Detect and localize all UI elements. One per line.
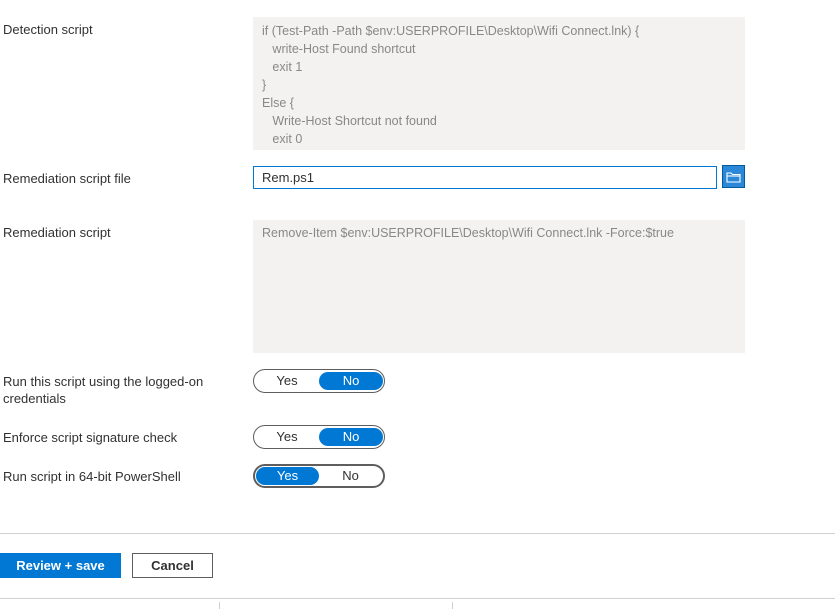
logged-on-credentials-label: Run this script using the logged-on cred…: [3, 374, 204, 406]
toggle-option-yes[interactable]: Yes: [255, 428, 319, 446]
64bit-powershell-label: Run script in 64-bit PowerShell: [3, 469, 181, 484]
toggle-option-no[interactable]: No: [319, 428, 383, 446]
remediation-script-editor[interactable]: Remove-Item $env:USERPROFILE\Desktop\Wif…: [253, 220, 745, 353]
bottom-divider: [0, 598, 835, 599]
signature-check-toggle[interactable]: Yes No: [253, 425, 385, 449]
cancel-button[interactable]: Cancel: [132, 553, 213, 578]
remediation-script-label: Remediation script: [3, 225, 111, 240]
footer-divider: [0, 533, 835, 534]
toggle-option-yes[interactable]: Yes: [255, 372, 319, 390]
column-separator: [452, 602, 453, 609]
toggle-option-no[interactable]: No: [319, 467, 382, 485]
toggle-option-yes[interactable]: Yes: [256, 467, 319, 485]
column-separator: [219, 602, 220, 609]
remediation-file-input[interactable]: Rem.ps1: [253, 166, 717, 189]
detection-script-editor[interactable]: if (Test-Path -Path $env:USERPROFILE\Des…: [253, 17, 745, 150]
remediation-file-label: Remediation script file: [3, 171, 131, 186]
signature-check-label: Enforce script signature check: [3, 430, 178, 445]
browse-file-button[interactable]: [722, 165, 745, 188]
folder-icon: [726, 171, 741, 183]
64bit-powershell-toggle[interactable]: Yes No: [253, 464, 385, 488]
logged-on-credentials-toggle[interactable]: Yes No: [253, 369, 385, 393]
toggle-option-no[interactable]: No: [319, 372, 383, 390]
review-save-button[interactable]: Review + save: [0, 553, 121, 578]
detection-script-label: Detection script: [3, 22, 93, 37]
